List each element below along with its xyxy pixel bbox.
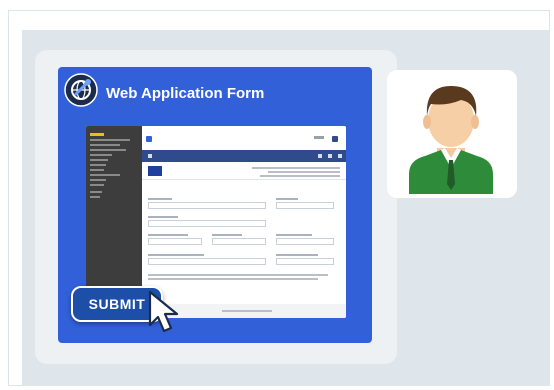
- pointer-cursor-icon: [148, 290, 179, 333]
- field-label: [276, 234, 312, 236]
- account-icon: [332, 136, 338, 142]
- sidebar-item: [90, 169, 104, 171]
- globe-gear-icon: [64, 73, 98, 107]
- form-note: [148, 274, 328, 276]
- field-label: [148, 216, 178, 218]
- field-input: [148, 202, 266, 209]
- sidebar-item-active: [90, 133, 104, 136]
- sidebar-item: [90, 154, 112, 156]
- sidebar-item: [90, 179, 106, 181]
- app-title: Web Application Form: [106, 85, 265, 102]
- field-input: [148, 238, 202, 245]
- nav-icon: [338, 154, 342, 158]
- field-label: [148, 198, 172, 200]
- sidebar-item: [90, 149, 126, 151]
- field-input: [276, 238, 334, 245]
- screen-topbar: [142, 126, 346, 150]
- field-label: [276, 198, 298, 200]
- field-input: [212, 238, 266, 245]
- sidebar-item: [90, 144, 120, 146]
- form-note: [148, 278, 318, 280]
- field-input: [276, 202, 334, 209]
- field-label: [148, 234, 188, 236]
- sidebar-item: [90, 184, 104, 186]
- brand-meta: [260, 175, 340, 177]
- topbar-link: [314, 136, 324, 139]
- eu-flag-icon: [148, 166, 162, 176]
- footer-text: [222, 310, 272, 312]
- screen-brand-row: [142, 162, 346, 180]
- eu-flag-icon: [146, 136, 152, 142]
- brand-meta: [252, 167, 340, 169]
- screen-navbar: [142, 150, 346, 162]
- nav-icon: [318, 154, 322, 158]
- sidebar-item: [90, 196, 100, 198]
- sidebar-item: [90, 164, 106, 166]
- sidebar-item: [90, 139, 130, 141]
- field-label: [148, 254, 204, 256]
- nav-icon: [328, 154, 332, 158]
- field-label: [212, 234, 242, 236]
- field-input: [148, 220, 266, 227]
- field-input: [276, 258, 334, 265]
- user-avatar-icon: [409, 86, 493, 194]
- sidebar-item: [90, 159, 108, 161]
- brand-meta: [268, 171, 340, 173]
- home-icon: [148, 154, 152, 158]
- field-input: [148, 258, 266, 265]
- sidebar-item: [90, 174, 120, 176]
- sidebar-item: [90, 191, 102, 193]
- field-label: [276, 254, 318, 256]
